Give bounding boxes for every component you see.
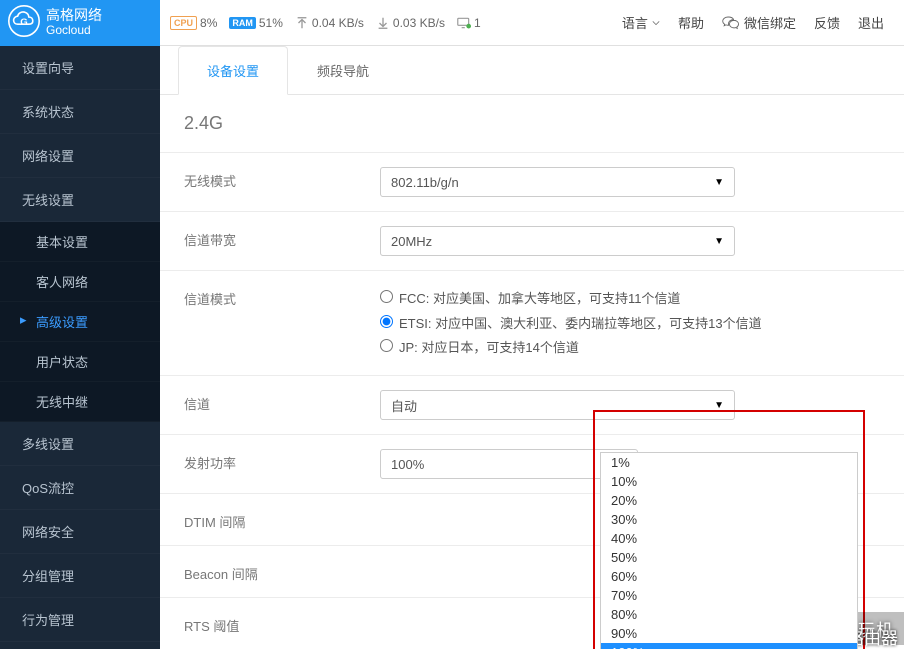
sidebar-item[interactable]: 系统状态 [0,90,160,134]
help-link[interactable]: 帮助 [678,13,704,32]
logout-link[interactable]: 退出 [858,13,884,32]
channel-bandwidth-select[interactable]: 20MHz▼ [380,226,735,256]
tx-power-option[interactable]: 30% [601,510,857,529]
language-dropdown[interactable]: 语言 [622,13,660,32]
logo: G 高格网络 Gocloud [0,0,160,46]
download-icon [376,16,390,30]
tab-band-navigation[interactable]: 频段导航 [288,46,398,94]
tx-power-dropdown[interactable]: 1%10%20%30%40%50%60%70%80%90%100% [600,452,858,649]
sidebar-item[interactable]: 无线中继 [0,382,160,422]
channel-select[interactable]: 自动▼ [380,390,735,420]
sidebar: 设置向导系统状态网络设置无线设置基本设置客人网络高级设置用户状态无线中继多线设置… [0,46,160,649]
tx-power-option[interactable]: 40% [601,529,857,548]
app-header: G 高格网络 Gocloud CPU8% RAM51% 0.04 KB/s 0.… [0,0,904,46]
feedback-link[interactable]: 反馈 [814,13,840,32]
row-wireless-mode: 无线模式 802.11b/g/n▼ [160,152,904,211]
section-title: 2.4G [160,95,904,152]
sidebar-item[interactable]: 用户状态 [0,342,160,382]
upload-icon [295,16,309,30]
tx-power-option[interactable]: 90% [601,624,857,643]
sidebar-item[interactable]: 行为管理 [0,598,160,642]
download-stat: 0.03 KB/s [376,16,445,30]
tx-power-option[interactable]: 60% [601,567,857,586]
sidebar-item[interactable]: 高级设置 [0,302,160,342]
sidebar-item[interactable]: QoS流控 [0,466,160,510]
sidebar-item[interactable]: 虚拟专网 [0,642,160,649]
tx-power-option[interactable]: 80% [601,605,857,624]
monitor-icon [457,16,471,30]
sidebar-item[interactable]: 客人网络 [0,262,160,302]
main-content: 设备设置 频段导航 2.4G 无线模式 802.11b/g/n▼ 信道带宽 20… [160,46,904,649]
row-channel-bandwidth: 信道带宽 20MHz▼ [160,211,904,270]
chevron-down-icon [652,19,660,27]
radio-fcc[interactable]: FCC: 对应美国、加拿大等地区，可支持11个信道 [380,287,864,312]
sidebar-item[interactable]: 网络设置 [0,134,160,178]
wechat-icon [722,14,740,32]
tx-power-option[interactable]: 70% [601,586,857,605]
tx-power-option[interactable]: 100% [601,643,857,649]
tx-power-option[interactable]: 10% [601,472,857,491]
header-stats: CPU8% RAM51% 0.04 KB/s 0.03 KB/s 1 [160,16,481,30]
chevron-down-icon: ▼ [714,236,724,247]
chevron-down-icon: ▼ [714,400,724,411]
tab-row: 设备设置 频段导航 [160,46,904,95]
sidebar-item[interactable]: 网络安全 [0,510,160,554]
header-right: 语言 帮助 微信绑定 反馈 退出 [622,13,904,32]
tab-device-settings[interactable]: 设备设置 [178,46,288,95]
ram-stat: RAM51% [229,16,283,30]
sidebar-item[interactable]: 设置向导 [0,46,160,90]
sidebar-item[interactable]: 多线设置 [0,422,160,466]
row-channel-mode: 信道模式 FCC: 对应美国、加拿大等地区，可支持11个信道 ETSI: 对应中… [160,270,904,375]
cloud-logo-icon: G [8,5,40,40]
sidebar-item[interactable]: 分组管理 [0,554,160,598]
cpu-stat: CPU8% [170,16,217,30]
tx-power-option[interactable]: 1% [601,453,857,472]
logo-text: 高格网络 Gocloud [46,8,102,37]
clients-stat: 1 [457,16,481,30]
chevron-down-icon: ▼ [714,177,724,188]
svg-text:G: G [20,17,27,28]
wireless-mode-select[interactable]: 802.11b/g/n▼ [380,167,735,197]
sidebar-item[interactable]: 基本设置 [0,222,160,262]
radio-jp[interactable]: JP: 对应日本，可支持14个信道 [380,336,864,361]
radio-etsi[interactable]: ETSI: 对应中国、澳大利亚、委内瑞拉等地区，可支持13个信道 [380,312,864,337]
upload-stat: 0.04 KB/s [295,16,364,30]
tx-power-option[interactable]: 50% [601,548,857,567]
sidebar-item[interactable]: 无线设置 [0,178,160,222]
row-channel: 信道 自动▼ [160,375,904,434]
tx-power-option[interactable]: 20% [601,491,857,510]
wechat-bind-link[interactable]: 微信绑定 [722,13,796,32]
